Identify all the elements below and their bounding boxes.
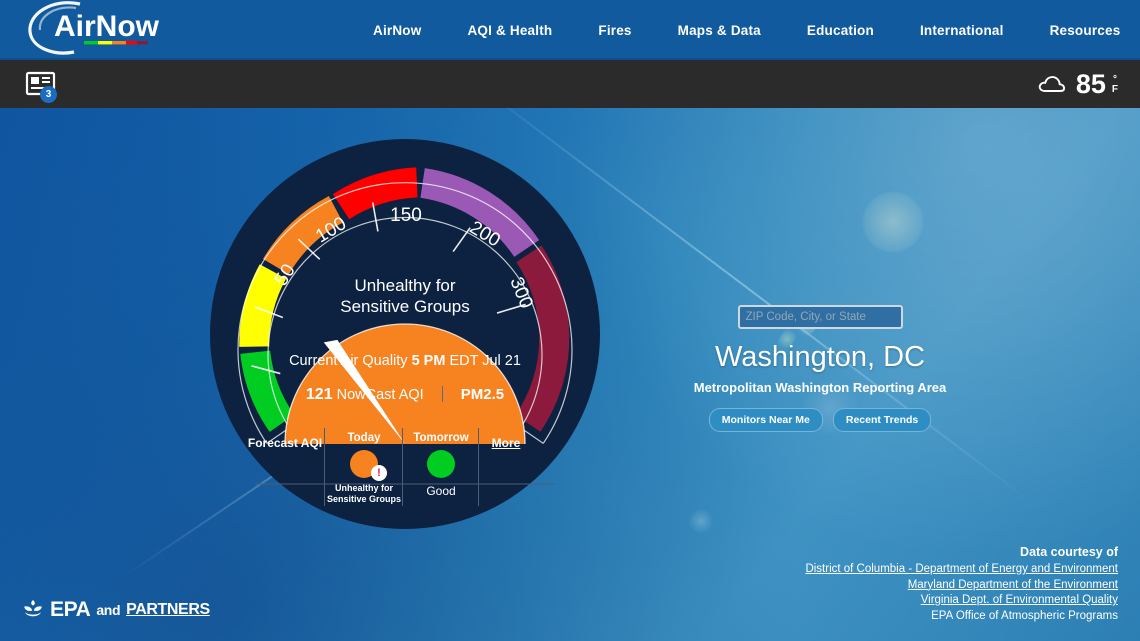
city-name: Washington, DC xyxy=(660,341,980,374)
forecast-title: Forecast AQI xyxy=(248,432,322,450)
current-air-quality-label: Current Air Quality xyxy=(289,353,407,369)
nowcast-aqi-value: 121 xyxy=(306,386,333,403)
weather-widget[interactable]: 85 ° F xyxy=(1037,69,1118,99)
epa-label: EPA xyxy=(50,598,90,622)
forecast-today-label: Today xyxy=(347,432,380,444)
location-panel: Washington, DC Metropolitan Washington R… xyxy=(660,305,980,432)
airnow-page: AirNow AirNow AQI & Health Fires Maps & … xyxy=(0,0,1140,641)
current-air-quality-zone: EDT Jul 21 xyxy=(449,353,520,369)
location-search-box[interactable] xyxy=(738,305,903,329)
data-source-epa: EPA Office of Atmospheric Programs xyxy=(805,609,1118,625)
epa-partners-label: PARTNERS xyxy=(126,601,210,619)
epa-partners-footer[interactable]: EPA and PARTNERS xyxy=(22,598,210,622)
current-air-quality-line: Current Air Quality 5 PM EDT Jul 21 xyxy=(210,353,600,369)
utility-bar: 3 85 ° F xyxy=(0,60,1140,108)
data-source-link-maryland[interactable]: Maryland Department of the Environment xyxy=(805,578,1118,594)
divider xyxy=(442,386,443,402)
forecast-day-today[interactable]: Today ! Unhealthy for Sensitive Groups xyxy=(325,428,403,510)
airnow-logo[interactable]: AirNow xyxy=(18,0,168,60)
forecast-tomorrow-label: Tomorrow xyxy=(413,432,468,444)
recent-trends-button[interactable]: Recent Trends xyxy=(833,408,931,432)
data-source-link-virginia[interactable]: Virginia Dept. of Environmental Quality xyxy=(805,593,1118,609)
forecast-strip: Forecast AQI Today ! Unhealthy for Sensi… xyxy=(245,428,533,510)
lens-flare-orb xyxy=(688,508,714,534)
forecast-tomorrow-dot xyxy=(427,450,455,478)
forecast-title-cell: Forecast AQI xyxy=(245,428,325,510)
nav-item-resources[interactable]: Resources xyxy=(1027,23,1140,38)
forecast-day-tomorrow[interactable]: Tomorrow Good xyxy=(403,428,479,510)
cloud-icon xyxy=(1037,73,1067,95)
nav-item-maps-data[interactable]: Maps & Data xyxy=(655,23,784,38)
unit-letter: F xyxy=(1112,85,1118,95)
location-actions: Monitors Near Me Recent Trends xyxy=(660,408,980,432)
top-navigation-bar: AirNow AirNow AQI & Health Fires Maps & … xyxy=(0,0,1140,60)
temperature-unit: ° F xyxy=(1112,73,1118,95)
forecast-today-dot: ! xyxy=(350,450,378,478)
nav-item-fires[interactable]: Fires xyxy=(575,23,654,38)
nav-item-education[interactable]: Education xyxy=(784,23,897,38)
nowcast-line: 121 NowCast AQI PM2.5 xyxy=(210,386,600,404)
nowcast-aqi-label: NowCast AQI xyxy=(337,387,424,403)
nav-item-airnow[interactable]: AirNow xyxy=(350,23,444,38)
current-air-quality-time: 5 PM xyxy=(412,353,446,369)
forecast-today-category: Unhealthy for Sensitive Groups xyxy=(325,483,403,505)
air-quality-alert-icon: ! xyxy=(371,465,387,481)
data-source-link-dc[interactable]: District of Columbia - Department of Ene… xyxy=(805,562,1118,578)
data-courtesy-title: Data courtesy of xyxy=(805,545,1118,559)
pollutant-parameter: PM2.5 xyxy=(461,386,504,403)
monitors-near-me-button[interactable]: Monitors Near Me xyxy=(709,408,823,432)
reporting-area-name: Metropolitan Washington Reporting Area xyxy=(660,380,980,395)
svg-text:AirNow: AirNow xyxy=(54,10,160,43)
nav-item-aqi-health[interactable]: AQI & Health xyxy=(444,23,575,38)
news-badge-count: 3 xyxy=(40,86,57,103)
nav-item-international[interactable]: International xyxy=(897,23,1027,38)
epa-seal-icon xyxy=(22,598,44,622)
forecast-tomorrow-category: Good xyxy=(426,486,455,497)
epa-and-label: and xyxy=(96,602,120,618)
lens-flare-orb xyxy=(862,191,924,253)
temperature-value: 85 xyxy=(1076,69,1106,99)
location-search-input[interactable] xyxy=(740,307,903,327)
gauge-tick-150: 150 xyxy=(390,205,422,226)
main-nav: AirNow AQI & Health Fires Maps & Data Ed… xyxy=(350,0,1140,60)
forecast-more-cell[interactable]: More xyxy=(479,428,533,510)
forecast-more-link[interactable]: More xyxy=(492,432,521,450)
data-courtesy: Data courtesy of District of Columbia - … xyxy=(805,545,1118,624)
